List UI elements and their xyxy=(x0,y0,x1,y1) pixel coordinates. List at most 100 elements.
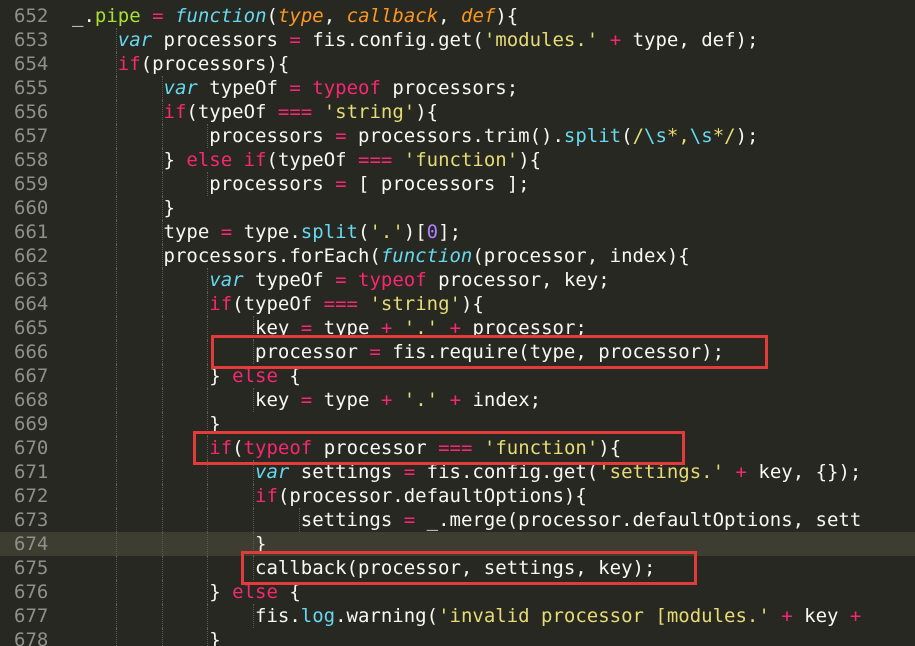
line-number: 656 xyxy=(14,101,49,123)
indent-guide xyxy=(207,172,209,196)
code-token: '.' xyxy=(369,221,404,243)
code-line[interactable]: 655 var typeOf = typeof processors; xyxy=(0,76,915,100)
indent-guide xyxy=(161,316,163,340)
line-number: 657 xyxy=(14,125,49,147)
line-number: 659 xyxy=(14,173,49,195)
indent-guide xyxy=(253,604,255,628)
indent-guide xyxy=(161,484,163,508)
line-number: 653 xyxy=(14,29,49,51)
code-line[interactable]: 666 processor = fis.require(type, process… xyxy=(0,340,915,364)
code-token: log xyxy=(300,605,336,627)
code-line[interactable]: 657 processors = processors.trim().split(… xyxy=(0,124,915,148)
code-text: var typeOf = typeof processors; xyxy=(164,76,519,100)
line-number: 662 xyxy=(14,245,49,267)
code-line[interactable]: 673 settings = _.merge(processor.defaultO… xyxy=(0,508,915,532)
indent-guide xyxy=(115,52,117,76)
code-line[interactable]: 652 _.pipe = function(type, callback, def… xyxy=(0,4,915,28)
code-line[interactable]: 654 if(processors){ xyxy=(0,52,915,76)
code-token: } xyxy=(163,197,175,219)
indent-guide xyxy=(207,532,209,556)
code-text: } xyxy=(255,532,266,556)
indent-guide xyxy=(115,484,117,508)
code-line[interactable]: 676} else { xyxy=(0,580,915,604)
indent-guide xyxy=(207,268,209,292)
code-token: typeof xyxy=(312,77,381,99)
code-line[interactable]: 661 type = type.split('.')[0]; xyxy=(0,220,915,244)
code-token: (processor, index){ xyxy=(472,245,690,267)
indent-guide xyxy=(115,580,117,604)
code-line[interactable]: 664 if(typeOf === 'string'){ xyxy=(0,292,915,316)
code-token: processor xyxy=(255,341,370,363)
code-line[interactable]: 656 if(typeOf === 'string'){ xyxy=(0,100,915,124)
code-line[interactable]: 678} xyxy=(0,628,915,646)
line-number: 672 xyxy=(14,485,49,507)
indent-guide xyxy=(115,412,117,436)
code-line[interactable]: 669} xyxy=(0,412,915,436)
code-line[interactable]: 671 var settings = fis.config.get('settin… xyxy=(0,460,915,484)
code-line[interactable]: 667} else { xyxy=(0,364,915,388)
indent-guide xyxy=(161,340,163,364)
code-token: index; xyxy=(461,389,542,411)
indent-guide xyxy=(207,628,209,646)
code-token: type xyxy=(163,221,221,243)
code-token: { xyxy=(277,581,301,603)
indent-guide xyxy=(253,508,255,532)
indent-guide xyxy=(253,484,255,508)
code-token: = xyxy=(140,5,175,27)
code-token: + xyxy=(735,461,747,483)
code-token: settings xyxy=(300,509,404,531)
code-token: + xyxy=(380,389,393,411)
code-line[interactable]: 668 key = type + '.' + index; xyxy=(0,388,915,412)
indent-guide xyxy=(207,460,209,484)
line-number: 654 xyxy=(14,53,49,75)
code-token: = xyxy=(300,317,313,339)
code-token: 'invalid processor [modules.' xyxy=(438,605,770,627)
code-token: (processors){ xyxy=(140,53,290,75)
code-line[interactable]: 672 if(processor.defaultOptions){ xyxy=(0,484,915,508)
code-token: ){ xyxy=(598,437,622,459)
code-line[interactable]: 653 var processors = fis.config.get('modu… xyxy=(0,28,915,52)
code-token: if xyxy=(255,485,278,507)
code-line[interactable]: 660} xyxy=(0,196,915,220)
code-token: ){ xyxy=(460,293,484,315)
code-token: === xyxy=(438,437,473,459)
code-line[interactable]: 675 callback(processor, settings, key); xyxy=(0,556,915,580)
code-token: split xyxy=(300,221,358,243)
code-line[interactable]: 670 if(typeof processor === 'function'){ xyxy=(0,436,915,460)
indent-guide xyxy=(115,100,117,124)
code-text: if(processors){ xyxy=(118,52,290,76)
code-token: processor, key; xyxy=(426,269,610,291)
code-line[interactable]: 658} else if(typeOf === 'function'){ xyxy=(0,148,915,172)
code-token: } xyxy=(209,365,233,387)
line-number: 652 xyxy=(14,5,49,27)
indent-guide xyxy=(253,556,255,580)
indent-guide xyxy=(161,100,163,124)
indent-guide xyxy=(115,220,117,244)
code-token: processors xyxy=(209,125,336,147)
code-line[interactable]: 674} xyxy=(0,532,915,556)
code-token: === xyxy=(277,101,313,123)
code-token: typeOf xyxy=(197,77,290,99)
code-text: if(typeof processor === 'function'){ xyxy=(209,436,621,460)
code-token: + xyxy=(449,317,462,339)
line-number: 663 xyxy=(14,269,49,291)
code-token: ); xyxy=(735,125,759,147)
code-line[interactable]: 659 processors = [ processors ]; xyxy=(0,172,915,196)
indent-guide xyxy=(161,220,163,244)
code-token: (typeOf xyxy=(186,101,278,123)
indent-guide xyxy=(115,244,117,268)
indent-guide xyxy=(161,292,163,316)
code-editor[interactable]: 652 _.pipe = function(type, callback, def… xyxy=(0,0,915,646)
code-token: '.' xyxy=(403,317,439,339)
code-token: = xyxy=(369,341,381,363)
code-line[interactable]: 665 key = type + '.' + processor; xyxy=(0,316,915,340)
code-line[interactable]: 663 var typeOf = typeof processor, key; xyxy=(0,268,915,292)
line-number: 676 xyxy=(14,581,49,603)
indent-guide xyxy=(161,604,163,628)
code-line[interactable]: 677 fis.log.warning('invalid processor [m… xyxy=(0,604,915,628)
code-line[interactable]: 662 processors.forEach(function(processor… xyxy=(0,244,915,268)
